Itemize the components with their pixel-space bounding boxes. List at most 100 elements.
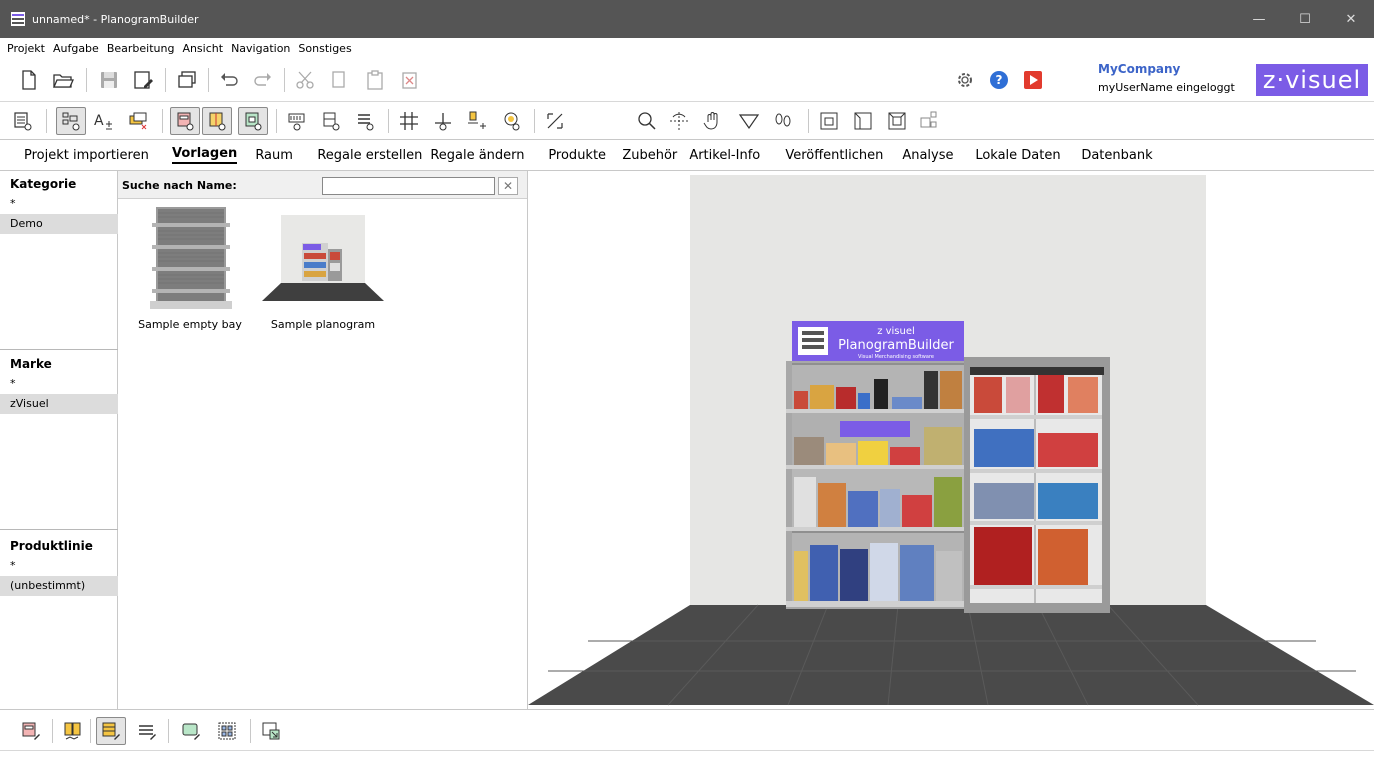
search-clear-button[interactable]: ✕ [498, 177, 518, 195]
view-list-icon[interactable] [12, 110, 34, 132]
template-name: Sample planogram [270, 318, 376, 331]
3d-viewport[interactable]: z visuel PlanogramBuilder Visual Merchan… [528, 171, 1374, 709]
copy-icon[interactable] [328, 69, 350, 91]
video-icon[interactable] [1022, 69, 1044, 91]
perspective-icon[interactable] [738, 110, 760, 132]
template-card[interactable]: Sample empty bay [138, 205, 242, 331]
menu-sonstiges[interactable]: Sonstiges [295, 42, 354, 55]
svg-text:?: ? [996, 73, 1003, 87]
tab-projekt-importieren[interactable]: Projekt importieren [24, 148, 172, 163]
zoom-icon[interactable] [636, 110, 658, 132]
tab-raum[interactable]: Raum [255, 148, 317, 163]
edit-label-icon[interactable] [180, 720, 202, 742]
account-info: MyCompany myUserName eingeloggt [1098, 62, 1235, 94]
status-bar [0, 751, 1374, 765]
baseline-icon[interactable] [432, 110, 454, 132]
task-tabs: Projekt importieren Vorlagen Raum Regale… [0, 140, 1374, 171]
tab-zubehoer[interactable]: Zubehör [622, 148, 689, 163]
close-button[interactable]: ✕ [1328, 0, 1374, 38]
shelf-eye-icon[interactable] [286, 110, 308, 132]
side-camera-icon[interactable] [852, 110, 874, 132]
tag-plus-icon[interactable] [466, 110, 488, 132]
tab-datenbank[interactable]: Datenbank [1081, 148, 1152, 163]
top-camera-icon[interactable] [886, 110, 908, 132]
edit-rows-icon[interactable] [136, 720, 158, 742]
search-label: Suche nach Name: [122, 179, 237, 192]
tab-regale-aendern[interactable]: Regale ändern [430, 148, 548, 163]
tab-produkte[interactable]: Produkte [548, 148, 622, 163]
filter-kategorie: Kategorie * Demo [0, 177, 118, 234]
shelf-front-view-icon[interactable] [242, 110, 264, 132]
tab-analyse[interactable]: Analyse [902, 148, 975, 163]
grid-icon[interactable] [398, 110, 420, 132]
menu-navigation[interactable]: Navigation [228, 42, 293, 55]
layout-camera-icon[interactable] [918, 110, 940, 132]
search-input[interactable] [322, 177, 495, 195]
undo-icon[interactable] [218, 69, 240, 91]
label-highlight-icon[interactable] [128, 110, 150, 132]
footprints-icon[interactable] [772, 110, 794, 132]
edit-grid-icon[interactable] [216, 720, 238, 742]
save-icon[interactable] [98, 69, 120, 91]
search-row: Suche nach Name: ✕ [118, 171, 527, 199]
app-icon [11, 12, 25, 26]
filter-produktlinie-selected[interactable]: (unbestimmt) [0, 576, 118, 596]
menu-bearbeitung[interactable]: Bearbeitung [104, 42, 178, 55]
company-name: MyCompany [1098, 62, 1181, 76]
open-folder-icon[interactable] [52, 69, 74, 91]
empty-bay-thumbnail [150, 207, 232, 309]
svg-text:A: A [94, 113, 104, 129]
paste-icon[interactable] [364, 69, 386, 91]
copy-window-icon[interactable] [176, 69, 198, 91]
brand-logo: z·visuel [1256, 64, 1368, 96]
filter-marke-title: Marke [10, 357, 52, 371]
pan-icon[interactable] [702, 110, 724, 132]
edit-facings-icon[interactable] [100, 720, 122, 742]
facing-eye-icon[interactable] [354, 110, 376, 132]
tab-vorlagen[interactable]: Vorlagen [172, 146, 238, 164]
edit-bays-icon[interactable] [62, 720, 84, 742]
front-camera-icon[interactable] [818, 110, 840, 132]
menu-projekt[interactable]: Projekt [4, 42, 48, 55]
tab-regale-erstellen[interactable]: Regale erstellen [317, 148, 430, 163]
tab-veroeffentlichen[interactable]: Veröffentlichen [785, 148, 902, 163]
cut-icon[interactable] [294, 69, 316, 91]
filter-marke-selected[interactable]: zVisuel [0, 394, 118, 414]
template-name: Sample empty bay [138, 318, 242, 331]
settings-icon[interactable] [954, 69, 976, 91]
template-card[interactable]: Sample planogram [258, 205, 388, 331]
view-tree-icon[interactable] [60, 110, 82, 132]
export-icon[interactable] [260, 720, 282, 742]
expand-icon[interactable] [544, 110, 566, 132]
lighting-icon[interactable] [500, 110, 522, 132]
scene-render: z visuel PlanogramBuilder Visual Merchan… [528, 175, 1374, 706]
menu-aufgabe[interactable]: Aufgabe [50, 42, 102, 55]
filter-produktlinie-title: Produktlinie [10, 539, 93, 553]
redo-icon[interactable] [252, 69, 274, 91]
filter-kategorie-all[interactable]: * [0, 197, 118, 210]
view-toolbar: A [0, 102, 1374, 140]
new-file-icon[interactable] [18, 69, 40, 91]
text-size-icon[interactable]: A [92, 110, 114, 132]
help-icon[interactable]: ? [988, 69, 1010, 91]
tab-lokale-daten[interactable]: Lokale Daten [975, 148, 1081, 163]
minimize-button[interactable]: — [1236, 0, 1282, 38]
product-eye-icon[interactable] [320, 110, 342, 132]
bottom-toolbar [0, 709, 1374, 751]
menu-bar: Projekt Aufgabe Bearbeitung Ansicht Navi… [0, 38, 1374, 58]
filter-kategorie-selected[interactable]: Demo [0, 214, 118, 234]
maximize-button[interactable]: ☐ [1282, 0, 1328, 38]
templates-panel: Suche nach Name: ✕ Sample empty bay Samp… [118, 171, 528, 709]
save-as-icon[interactable] [132, 69, 154, 91]
delete-icon[interactable] [398, 69, 420, 91]
shelf-side-view-icon[interactable] [206, 110, 228, 132]
filter-produktlinie-all[interactable]: * [0, 559, 118, 572]
rotate-icon[interactable] [668, 110, 690, 132]
filter-marke: Marke * zVisuel [0, 357, 118, 414]
filter-marke-all[interactable]: * [0, 377, 118, 390]
edit-shelf-icon[interactable] [20, 720, 42, 742]
scene-header-tagline: Visual Merchandising software [858, 354, 934, 360]
tab-artikel-info[interactable]: Artikel-Info [689, 148, 785, 163]
shelf-view-icon[interactable] [174, 110, 196, 132]
menu-ansicht[interactable]: Ansicht [179, 42, 226, 55]
